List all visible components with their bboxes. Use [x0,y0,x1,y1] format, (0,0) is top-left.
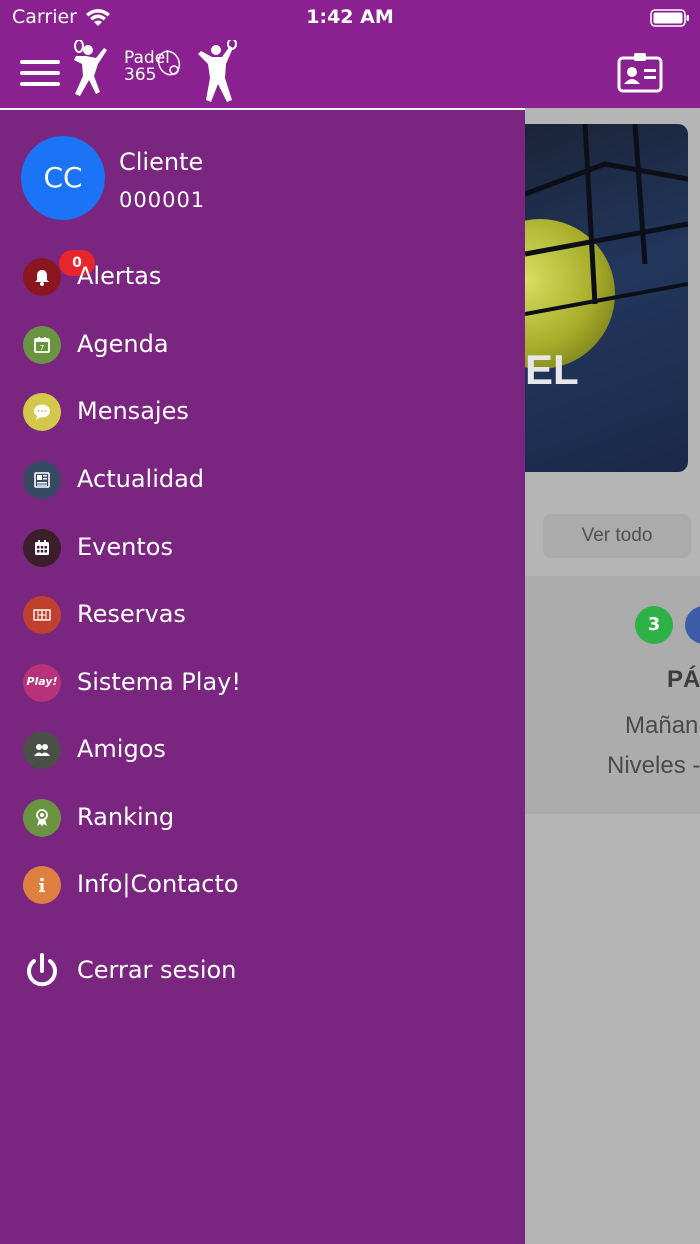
player-right-icon [198,40,237,102]
info-icon [23,866,61,904]
side-drawer: CC Cliente 000001 0 Alertas 7 Agenda Men… [0,110,525,1244]
menu-label-ranking: Ranking [77,803,175,831]
clock: 1:42 AM [306,6,394,28]
id-card-icon[interactable] [616,52,664,94]
menu-label-cerrar-sesion: Cerrar sesion [77,956,237,984]
calendar-icon: 7 [23,326,61,364]
card-schedule: Mañan [625,712,699,739]
menu-item-sistema-play[interactable]: Play! Sistema Play! [0,655,525,711]
play-icon-text: Play! [26,675,58,688]
menu-label-eventos: Eventos [77,533,173,561]
padel365-logo: Padel 365 [68,38,238,108]
match-card[interactable]: 3 PÁ Mañan Niveles - [525,576,700,814]
menu-item-reservas[interactable]: Reservas [0,587,525,643]
menu-item-info-contacto[interactable]: Info|Contacto [0,857,525,913]
hamburger-menu-button[interactable] [20,58,60,90]
power-icon [27,953,57,987]
net-graphic [525,124,688,316]
card-title: PÁ [667,666,700,693]
app-header: Padel 365 [0,38,700,108]
menu-item-actualidad[interactable]: Actualidad [0,452,525,508]
newspaper-icon [23,461,61,499]
menu-label-info-contacto: Info|Contacto [77,870,239,898]
play-icon: Play! [23,664,61,702]
menu-item-amigos[interactable]: Amigos [0,722,525,778]
menu-label-sistema-play: Sistema Play! [77,668,241,696]
user-id: 000001 [119,188,206,212]
background-home-content: EL Ver todo 3 PÁ Mañan Niveles - [525,110,700,1244]
user-name: Cliente [119,148,204,176]
menu-label-reservas: Reservas [77,600,186,628]
player-left-icon [74,40,107,96]
padel-banner[interactable]: EL [525,124,688,472]
status-bar: Carrier 1:42 AM [0,0,700,38]
battery-icon [650,9,689,27]
banner-text: EL [525,346,579,393]
menu-label-amigos: Amigos [77,735,166,763]
bell-icon: 0 [23,250,95,296]
avatar[interactable]: CC [21,136,105,220]
friends-icon [23,731,61,769]
menu-item-eventos[interactable]: Eventos [0,520,525,576]
chat-bubble-icon [23,393,61,431]
menu-label-actualidad: Actualidad [77,465,205,493]
event-calendar-icon [23,529,61,567]
ball-swirl-icon [157,50,181,76]
menu-item-agenda[interactable]: 7 Agenda [0,317,525,373]
menu-item-alertas[interactable]: 0 Alertas [0,249,525,305]
court-icon [23,596,61,634]
menu-item-mensajes[interactable]: Mensajes [0,384,525,440]
menu-label-alertas: Alertas [77,262,162,290]
card-levels: Niveles - [607,752,700,779]
award-ribbon-icon [23,799,61,837]
menu-label-mensajes: Mensajes [77,397,189,425]
see-all-button[interactable]: Ver todo [543,514,691,558]
level-badge [685,606,700,644]
menu-label-agenda: Agenda [77,330,169,358]
menu-item-ranking[interactable]: Ranking [0,790,525,846]
svg-text:7: 7 [40,344,44,352]
menu-item-cerrar-sesion[interactable]: Cerrar sesion [0,943,525,999]
players-count-badge: 3 [635,606,673,644]
